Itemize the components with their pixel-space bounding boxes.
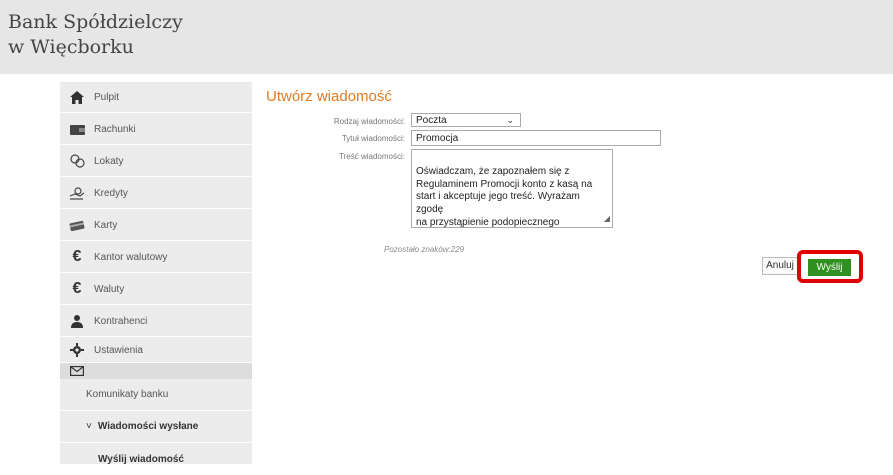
bank-name-line2: w Więcborku bbox=[8, 36, 134, 58]
wallet-icon bbox=[68, 120, 86, 138]
sidebar-item-label: Lokaty bbox=[94, 155, 124, 167]
euro-icon: € bbox=[72, 248, 82, 265]
bank-name: Bank Spółdzielczy w Więcborku bbox=[8, 10, 183, 60]
sidebar-item-label: Kredyty bbox=[94, 187, 128, 199]
message-body-textarea[interactable]: Oświadczam, że zapoznałem się z Regulami… bbox=[411, 149, 613, 228]
sidebar-item-label: Ustawienia bbox=[94, 344, 143, 356]
sidebar-item-waluty[interactable]: € Waluty bbox=[60, 274, 252, 305]
page-header: Bank Spółdzielczy w Więcborku bbox=[0, 0, 893, 74]
sidebar-subitem-komunikaty-banku[interactable]: Komunikaty banku bbox=[60, 379, 252, 411]
sidebar-item-label: Pulpit bbox=[94, 91, 120, 103]
sidebar-item-lokaty[interactable]: Lokaty bbox=[60, 146, 252, 177]
sidebar-item-kontrahenci[interactable]: Kontrahenci bbox=[60, 306, 252, 337]
chevron-down-icon: ˅ bbox=[86, 421, 92, 432]
people-icon bbox=[68, 312, 86, 330]
message-body-text: Oświadczam, że zapoznałem się z Regulami… bbox=[416, 165, 593, 228]
sidebar-item-kredyty[interactable]: Kredyty bbox=[60, 178, 252, 209]
euro-icon: € bbox=[72, 280, 82, 297]
hand-money-icon bbox=[68, 184, 86, 202]
message-type-label: Rodzaj wiadomości: bbox=[333, 117, 405, 126]
sidebar-item-karty[interactable]: Karty bbox=[60, 210, 252, 241]
message-subject-label: Tytuł wiadomości: bbox=[341, 134, 405, 143]
sidebar-item-label: Kontrahenci bbox=[94, 315, 148, 327]
sidebar-subitem-wyslij-wiadomosc[interactable]: Wyślij wiadomość bbox=[60, 443, 252, 475]
sidebar-item-rachunki[interactable]: Rachunki bbox=[60, 114, 252, 145]
sidebar-item-pulpit[interactable]: Pulpit bbox=[60, 82, 252, 113]
sidebar-item-ustawienia[interactable]: Ustawienia bbox=[60, 338, 252, 363]
bank-name-line1: Bank Spółdzielczy bbox=[8, 11, 183, 33]
highlight-box: Wyślij bbox=[797, 250, 863, 283]
sidebar-subitem-label: Wiadomości wysłane bbox=[97, 421, 199, 432]
resize-handle-icon[interactable]: ◢ bbox=[604, 213, 610, 226]
card-icon bbox=[68, 216, 86, 234]
sidebar-item-label: Waluty bbox=[94, 283, 125, 295]
messages-section-header[interactable] bbox=[60, 363, 252, 379]
home-icon bbox=[68, 88, 86, 106]
chevron-down-icon: ⌄ bbox=[506, 115, 514, 125]
sidebar-subitem-wiadomosci-wyslane[interactable]: ˅ Wiadomości wysłane bbox=[60, 411, 252, 443]
sidebar-item-label: Karty bbox=[94, 219, 118, 231]
envelope-icon bbox=[68, 362, 86, 380]
sidebar-subitem-label: Komunikaty banku bbox=[86, 389, 169, 400]
remaining-characters: Pozostało znaków:229 bbox=[384, 245, 465, 254]
sidebar-item-kantor-walutowy[interactable]: € Kantor walutowy bbox=[60, 242, 252, 273]
message-type-value: Poczta bbox=[416, 115, 447, 126]
sidebar: Pulpit Rachunki Lokaty Kredyty Karty € K… bbox=[60, 82, 252, 465]
coins-icon bbox=[68, 152, 86, 170]
message-subject-input[interactable]: Promocja bbox=[411, 130, 661, 146]
page-title: Utwórz wiadomość bbox=[266, 88, 392, 105]
gear-icon bbox=[68, 341, 86, 359]
sidebar-item-label: Kantor walutowy bbox=[94, 251, 168, 263]
message-type-select[interactable]: Poczta ⌄ bbox=[411, 113, 521, 127]
send-button[interactable]: Wyślij bbox=[808, 259, 851, 276]
sidebar-subitem-label: Wyślij wiadomość bbox=[98, 453, 184, 465]
cancel-button[interactable]: Anuluj bbox=[762, 257, 798, 275]
message-body-label: Treść wiadomości: bbox=[339, 152, 405, 161]
sidebar-item-label: Rachunki bbox=[94, 123, 136, 135]
